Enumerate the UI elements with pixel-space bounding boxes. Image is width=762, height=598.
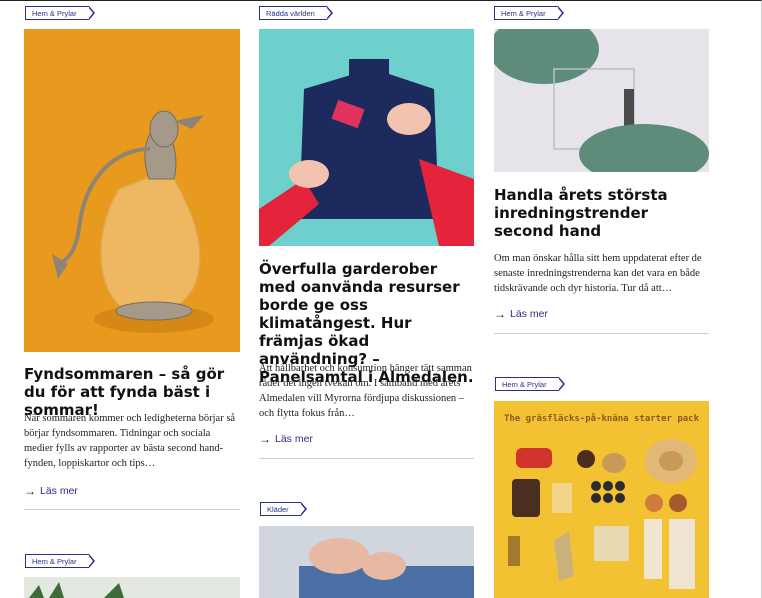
arrow-right-icon: → — [494, 307, 506, 321]
article-image-sewing[interactable] — [259, 526, 474, 598]
divider — [494, 333, 709, 334]
divider — [259, 458, 474, 459]
category-tag[interactable]: Hem & Prylar — [495, 377, 565, 391]
category-tag[interactable]: Hem & Prylar — [25, 6, 95, 20]
article-title[interactable]: Handla årets största inredningstrender s… — [494, 186, 709, 240]
arrow-right-icon: → — [24, 484, 36, 498]
category-tag[interactable]: Rädda världen — [259, 6, 333, 20]
read-more-label: Läs mer — [510, 308, 548, 320]
article-image-plants[interactable] — [24, 577, 240, 598]
plant-illustration — [24, 577, 240, 598]
article-image-sweater[interactable] — [259, 29, 474, 246]
read-more-label: Läs mer — [275, 433, 313, 445]
read-more-link[interactable]: → Läs mer — [494, 307, 548, 321]
article-image-starter-pack[interactable]: The gräsfläcks-på-knäna starter pack — [494, 401, 709, 598]
sweater-illustration — [259, 29, 474, 246]
article-image-decanter[interactable] — [24, 29, 240, 352]
read-more-label: Läs mer — [40, 485, 78, 497]
starter-pack-illustration — [508, 439, 697, 589]
duck-decanter-illustration — [24, 29, 240, 352]
category-tag[interactable]: Kläder — [260, 502, 307, 516]
read-more-link[interactable]: → Läs mer — [259, 432, 313, 446]
article-excerpt: Att hållbarhet och konsumtion hänger tät… — [259, 363, 472, 419]
read-more-link[interactable]: → Läs mer — [24, 484, 78, 498]
article-image-vases[interactable] — [494, 29, 709, 172]
vases-illustration — [494, 29, 709, 172]
arrow-right-icon: → — [259, 432, 271, 446]
article-excerpt: Om man önskar hålla sitt hem uppdaterat … — [494, 253, 702, 294]
divider — [24, 509, 240, 510]
category-tag[interactable]: Hem & Prylar — [494, 6, 564, 20]
sewing-illustration — [259, 526, 474, 598]
category-tag[interactable]: Hem & Prylar — [25, 554, 95, 568]
article-excerpt: När sommaren kommer och ledigheterna bör… — [24, 413, 236, 469]
